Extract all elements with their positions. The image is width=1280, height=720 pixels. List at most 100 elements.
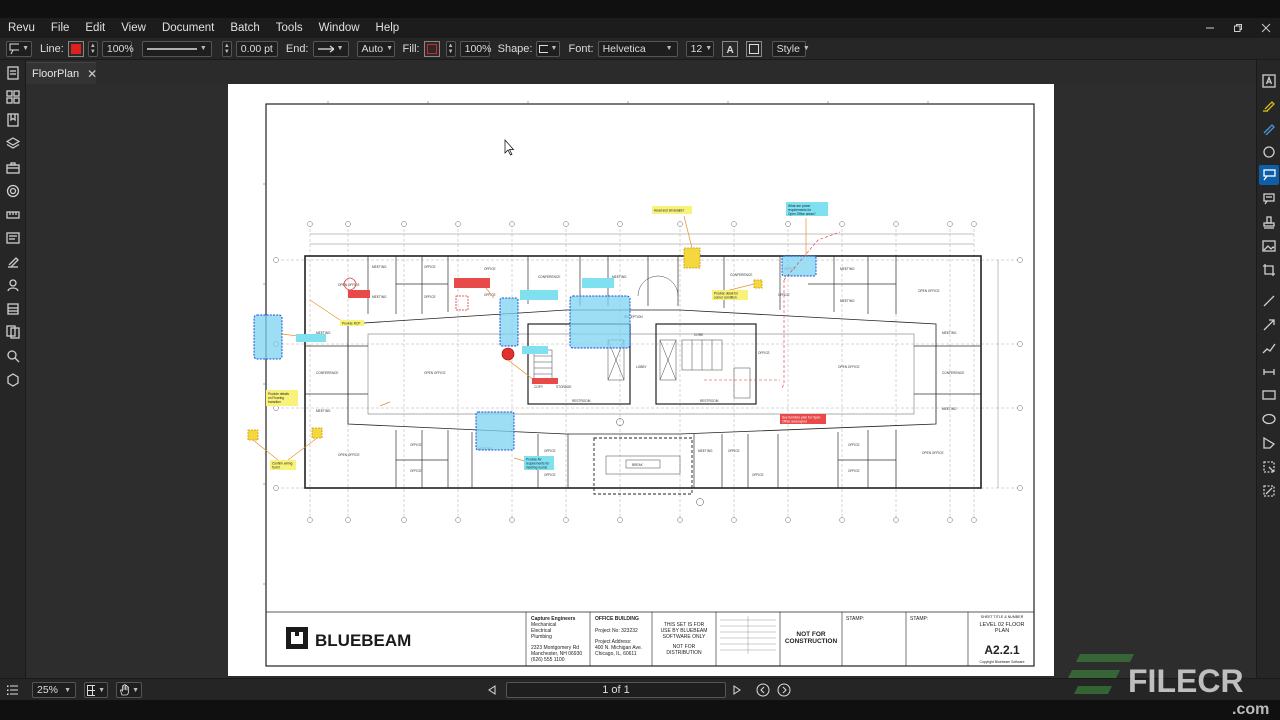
svg-text:A: A [726,45,733,55]
line-width-spinner[interactable]: ▲▼ [222,41,232,57]
measurements-panel-button[interactable] [3,205,23,225]
text-tool-button[interactable] [1259,71,1279,91]
font-family-dropdown[interactable]: Helvetica▼ [598,41,678,57]
spaces-panel-button[interactable] [3,370,23,390]
close-window-button[interactable] [1252,18,1280,38]
font-size-value: 12 [691,43,703,55]
menu-window[interactable]: Window [311,18,368,38]
fill-opacity-spinner[interactable]: ▲▼ [446,41,456,57]
callout-tool-button[interactable] [1259,165,1279,185]
svg-text:MEETING: MEETING [372,265,387,269]
menu-tools[interactable]: Tools [268,18,311,38]
cloud-tool-button[interactable] [1259,142,1279,162]
style-dropdown[interactable]: Style▼ [772,41,806,57]
search-panel-button[interactable] [3,346,23,366]
highlight-tool-button[interactable] [1259,95,1279,115]
crop-tool-button[interactable] [1259,260,1279,280]
layers-panel-button[interactable] [3,134,23,154]
polyline-tool-button[interactable] [1259,338,1279,358]
menu-document[interactable]: Document [154,18,222,38]
menu-revu[interactable]: Revu [0,18,43,38]
spaces-icon [6,373,20,387]
line-opacity-spinner[interactable]: ▲▼ [88,41,98,57]
menu-view[interactable]: View [113,18,154,38]
tab-title: FloorPlan [32,68,79,80]
close-tab-icon[interactable]: ✕ [87,67,97,81]
studio-icon [6,278,20,292]
page-layout-dropdown[interactable]: ▼ [84,682,108,698]
svg-text:CONFERENCE: CONFERENCE [942,371,964,375]
sets-panel-button[interactable] [3,322,23,342]
panel-list-button[interactable] [6,682,19,698]
ellipse-tool-button[interactable] [1259,409,1279,429]
distribution-note-2: DISTRIBUTION [666,650,702,656]
stamp-label-2: STAMP: [910,616,928,622]
document-panel-button[interactable] [3,63,23,83]
previous-view-button[interactable] [756,682,770,698]
svg-text:MEETING: MEETING [316,409,331,413]
line-color-swatch[interactable] [68,41,84,57]
tab-floorplan[interactable]: FloorPlan ✕ [26,62,96,84]
svg-text:OFFICE: OFFICE [484,293,496,297]
shape-dropdown[interactable]: ▼ [536,41,560,57]
next-page-button[interactable] [733,682,741,698]
border-button[interactable] [746,41,762,57]
menu-help[interactable]: Help [368,18,408,38]
fill-color-swatch[interactable] [424,41,440,57]
sets-icon [6,325,20,339]
file-access-panel-button[interactable] [3,299,23,319]
bookmarks-panel-button[interactable] [3,110,23,130]
callout-boxes[interactable]: Head and sill details? What are powerreq… [266,202,828,470]
svg-text:STORAGE: STORAGE [556,385,572,389]
markups-panel-button[interactable] [3,228,23,248]
font-size-dropdown[interactable]: 12▼ [686,41,714,57]
restore-button[interactable] [1224,18,1252,38]
project-address-2: Chicago, IL, 60611 [595,651,637,657]
bluebeam-logo: BLUEBEAM [286,627,411,650]
line-width-field[interactable]: 0.00 pt [236,41,278,57]
svg-text:OFFICE: OFFICE [424,265,436,269]
dimension-tool-button[interactable] [1259,362,1279,382]
menu-batch[interactable]: Batch [222,18,267,38]
end-auto-dropdown[interactable]: Auto▼ [357,41,395,57]
page-number-field[interactable]: 1 of 1 [506,682,726,698]
text-callout-tool-button[interactable] [1259,189,1279,209]
menu-edit[interactable]: Edit [77,18,113,38]
select-area-tool-button[interactable] [1259,457,1279,477]
minimize-button[interactable] [1196,18,1224,38]
menu-file[interactable]: File [43,18,78,38]
next-view-button[interactable] [777,682,791,698]
line-color-fill [71,44,81,54]
pen-tool-button[interactable] [1259,118,1279,138]
properties-panel-button[interactable] [3,181,23,201]
line-tool-button[interactable] [1259,291,1279,311]
polyline-icon [1262,341,1276,355]
drawing-sheet[interactable]: MEETINGOFFICEOFFICECONFERENCEMEETINGCONF… [228,84,1054,676]
line-end-dropdown[interactable]: ▼ [313,41,349,57]
eraser-icon [1262,484,1276,498]
fill-opacity-field[interactable]: 100% [460,41,490,57]
arrow-tool-button[interactable] [1259,315,1279,335]
pan-tool-dropdown[interactable]: ▼ [116,682,142,698]
polygon-tool-button[interactable] [1259,433,1279,453]
tool-selector[interactable]: ▼ [6,41,32,57]
callout-provide-rcp: Provide RCP [342,322,360,326]
text-format-button[interactable]: A [722,41,738,57]
fill-color-none [427,44,437,54]
zoom-dropdown[interactable]: 25%▼ [32,682,76,698]
image-tool-button[interactable] [1259,236,1279,256]
document-canvas[interactable]: MEETINGOFFICEOFFICECONFERENCEMEETINGCONF… [26,84,1256,678]
restore-icon [1233,23,1243,33]
text-box-tool-icon [1262,74,1276,88]
line-style-dropdown[interactable]: ▼ [142,41,212,57]
signatures-panel-button[interactable] [3,252,23,272]
stamp-tool-button[interactable] [1259,213,1279,233]
studio-panel-button[interactable] [3,275,23,295]
end-label: End: [286,43,309,55]
thumbnails-panel-button[interactable] [3,87,23,107]
previous-page-button[interactable] [488,682,496,698]
rectangle-tool-button[interactable] [1259,385,1279,405]
eraser-tool-button[interactable] [1259,481,1279,501]
toolchest-panel-button[interactable] [3,158,23,178]
line-opacity-field[interactable]: 100% [102,41,132,57]
